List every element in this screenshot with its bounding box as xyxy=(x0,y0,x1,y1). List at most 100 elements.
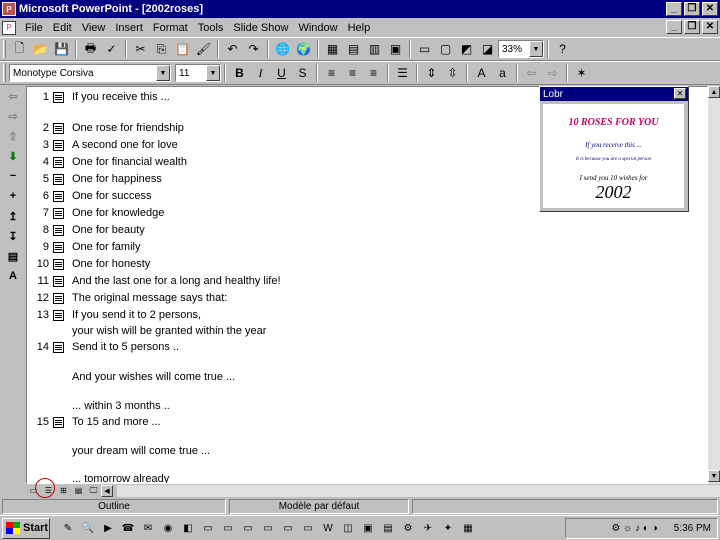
window-button-icon[interactable]: ⚙ xyxy=(399,519,417,537)
expand-icon[interactable]: + xyxy=(2,186,24,206)
collapse-icon[interactable]: − xyxy=(2,166,24,186)
menu-insert[interactable]: Insert xyxy=(110,22,148,34)
notes-view-icon[interactable]: ▤ xyxy=(71,485,86,497)
slide-row[interactable]: 9 One for family xyxy=(27,241,687,258)
slide-13-subline[interactable]: your wish will be granted within the yea… xyxy=(72,325,266,337)
slideshow-view-icon[interactable]: 🖵 xyxy=(86,485,101,497)
apply-design-icon[interactable]: ◩ xyxy=(456,39,477,59)
save-icon[interactable]: 💾 xyxy=(51,39,72,59)
font-select[interactable]: Monotype Corsiva ▼ xyxy=(9,64,171,82)
tray-icons[interactable]: ⚙ ☼ ♪ ◐ ◑ xyxy=(611,523,657,534)
open-icon[interactable]: 📂 xyxy=(30,39,51,59)
window-button-icon[interactable]: ▭ xyxy=(199,519,217,537)
slide-miniature-window[interactable]: Lobr ✕ 10 ROSES FOR YOU If you receive t… xyxy=(539,86,689,212)
slide-row[interactable]: 8 One for beauty xyxy=(27,224,687,241)
quicklaunch-icon[interactable]: ◧ xyxy=(179,519,197,537)
cut-icon[interactable]: ✂ xyxy=(130,39,151,59)
word-icon[interactable]: W xyxy=(319,519,337,537)
scroll-down-icon[interactable]: ▼ xyxy=(708,470,720,482)
document-icon[interactable]: P xyxy=(2,20,16,35)
window-button-icon[interactable]: ▦ xyxy=(459,519,477,537)
quicklaunch-icon[interactable]: ◉ xyxy=(159,519,177,537)
align-center-icon[interactable]: ≡ xyxy=(342,63,363,83)
italic-icon[interactable]: I xyxy=(250,63,271,83)
slide-row[interactable]: 11 And the last one for a long and health… xyxy=(27,275,687,292)
vertical-scrollbar[interactable]: ▲ ▼ xyxy=(708,86,720,484)
window-button-icon[interactable]: ▭ xyxy=(239,519,257,537)
slide-row[interactable]: 14 Send it to 5 persons .. xyxy=(27,341,687,358)
copy-icon[interactable]: ⎘ xyxy=(151,39,172,59)
increase-spacing-icon[interactable]: ⇕ xyxy=(421,63,442,83)
web-toolbar-icon[interactable]: 🌍 xyxy=(293,39,314,59)
underline-icon[interactable]: U xyxy=(271,63,292,83)
window-button-icon[interactable]: ▤ xyxy=(379,519,397,537)
new-icon[interactable]: 🗋 xyxy=(9,39,30,59)
expand-all-icon[interactable]: ↧ xyxy=(2,226,24,246)
window-button-icon[interactable]: ✦ xyxy=(439,519,457,537)
grayscale-icon[interactable]: ◪ xyxy=(477,39,498,59)
powerpoint-app-icon[interactable]: P xyxy=(2,2,16,16)
chevron-down-icon[interactable]: ▼ xyxy=(156,65,170,81)
horizontal-scroll-track[interactable] xyxy=(117,484,720,497)
menu-slide-show[interactable]: Slide Show xyxy=(228,22,293,34)
start-button[interactable]: Start xyxy=(2,517,50,539)
window-button-icon[interactable]: ✈ xyxy=(419,519,437,537)
slide-14-subline-1[interactable]: And your wishes will come true ... xyxy=(72,371,235,383)
show-formatting-icon[interactable]: A xyxy=(2,266,24,286)
bold-icon[interactable]: B xyxy=(229,63,250,83)
menu-view[interactable]: View xyxy=(77,22,111,34)
doc-close-button[interactable]: ✕ xyxy=(702,20,718,34)
insert-table-icon[interactable]: ▦ xyxy=(322,39,343,59)
format-painter-icon[interactable]: 🖌 xyxy=(193,39,214,59)
font-size-select[interactable]: 11 ▼ xyxy=(175,64,221,82)
undo-icon[interactable]: ↶ xyxy=(222,39,243,59)
slide-15-subline-1[interactable]: your dream will come true ... xyxy=(72,445,210,457)
window-button-icon[interactable]: ▭ xyxy=(219,519,237,537)
slide-14-subline-2[interactable]: ... within 3 months .. xyxy=(72,400,170,412)
increase-font-icon[interactable]: A xyxy=(471,63,492,83)
quicklaunch-icon[interactable]: ▶ xyxy=(99,519,117,537)
menu-edit[interactable]: Edit xyxy=(48,22,77,34)
shadow-icon[interactable]: S xyxy=(292,63,313,83)
chevron-down-icon[interactable]: ▼ xyxy=(206,65,220,81)
promote-left-icon[interactable]: ⇦ xyxy=(2,86,24,106)
minimize-button[interactable]: _ xyxy=(666,2,682,16)
window-button-icon[interactable]: ▣ xyxy=(359,519,377,537)
print-icon[interactable]: 🖶 xyxy=(80,39,101,59)
menu-window[interactable]: Window xyxy=(293,22,342,34)
doc-restore-button[interactable]: ❐ xyxy=(684,20,700,34)
paste-icon[interactable]: 📋 xyxy=(172,39,193,59)
chevron-down-icon[interactable]: ▼ xyxy=(529,41,543,57)
spelling-icon[interactable]: ✓ xyxy=(101,39,122,59)
new-slide-icon[interactable]: ▭ xyxy=(414,39,435,59)
slide-row[interactable]: 12 The original message says that: xyxy=(27,292,687,309)
scroll-up-icon[interactable]: ▲ xyxy=(708,86,720,98)
window-button-icon[interactable]: ▭ xyxy=(279,519,297,537)
promote-icon[interactable]: ⇦ xyxy=(521,63,542,83)
miniature-close-icon[interactable]: ✕ xyxy=(674,88,686,99)
summary-slide-icon[interactable]: ▤ xyxy=(2,246,24,266)
window-button-icon[interactable]: ◫ xyxy=(339,519,357,537)
menu-format[interactable]: Format xyxy=(148,22,193,34)
close-button[interactable]: ✕ xyxy=(702,2,718,16)
move-down-icon[interactable]: ⬇ xyxy=(2,146,24,166)
hyperlink-icon[interactable]: 🌐 xyxy=(272,39,293,59)
align-left-icon[interactable]: ≡ xyxy=(321,63,342,83)
scroll-left-icon[interactable]: ◀ xyxy=(101,484,113,497)
window-button-icon[interactable]: ▭ xyxy=(259,519,277,537)
demote-right-icon[interactable]: ⇨ xyxy=(2,106,24,126)
restore-button[interactable]: ❐ xyxy=(684,2,700,16)
redo-icon[interactable]: ↷ xyxy=(243,39,264,59)
quicklaunch-icon[interactable]: 🔍 xyxy=(79,519,97,537)
slide-layout-icon[interactable]: ▢ xyxy=(435,39,456,59)
collapse-all-icon[interactable]: ↥ xyxy=(2,206,24,226)
menu-help[interactable]: Help xyxy=(343,22,376,34)
slide-row[interactable]: 15 To 15 and more ... xyxy=(27,416,687,433)
insert-clipart-icon[interactable]: ▣ xyxy=(385,39,406,59)
quicklaunch-icon[interactable]: ☎ xyxy=(119,519,137,537)
move-up-icon[interactable]: ⇧ xyxy=(2,126,24,146)
decrease-font-icon[interactable]: a xyxy=(492,63,513,83)
animation-effects-icon[interactable]: ✶ xyxy=(571,63,592,83)
zoom-select[interactable]: 33% ▼ xyxy=(498,40,544,58)
quicklaunch-icon[interactable]: ✉ xyxy=(139,519,157,537)
